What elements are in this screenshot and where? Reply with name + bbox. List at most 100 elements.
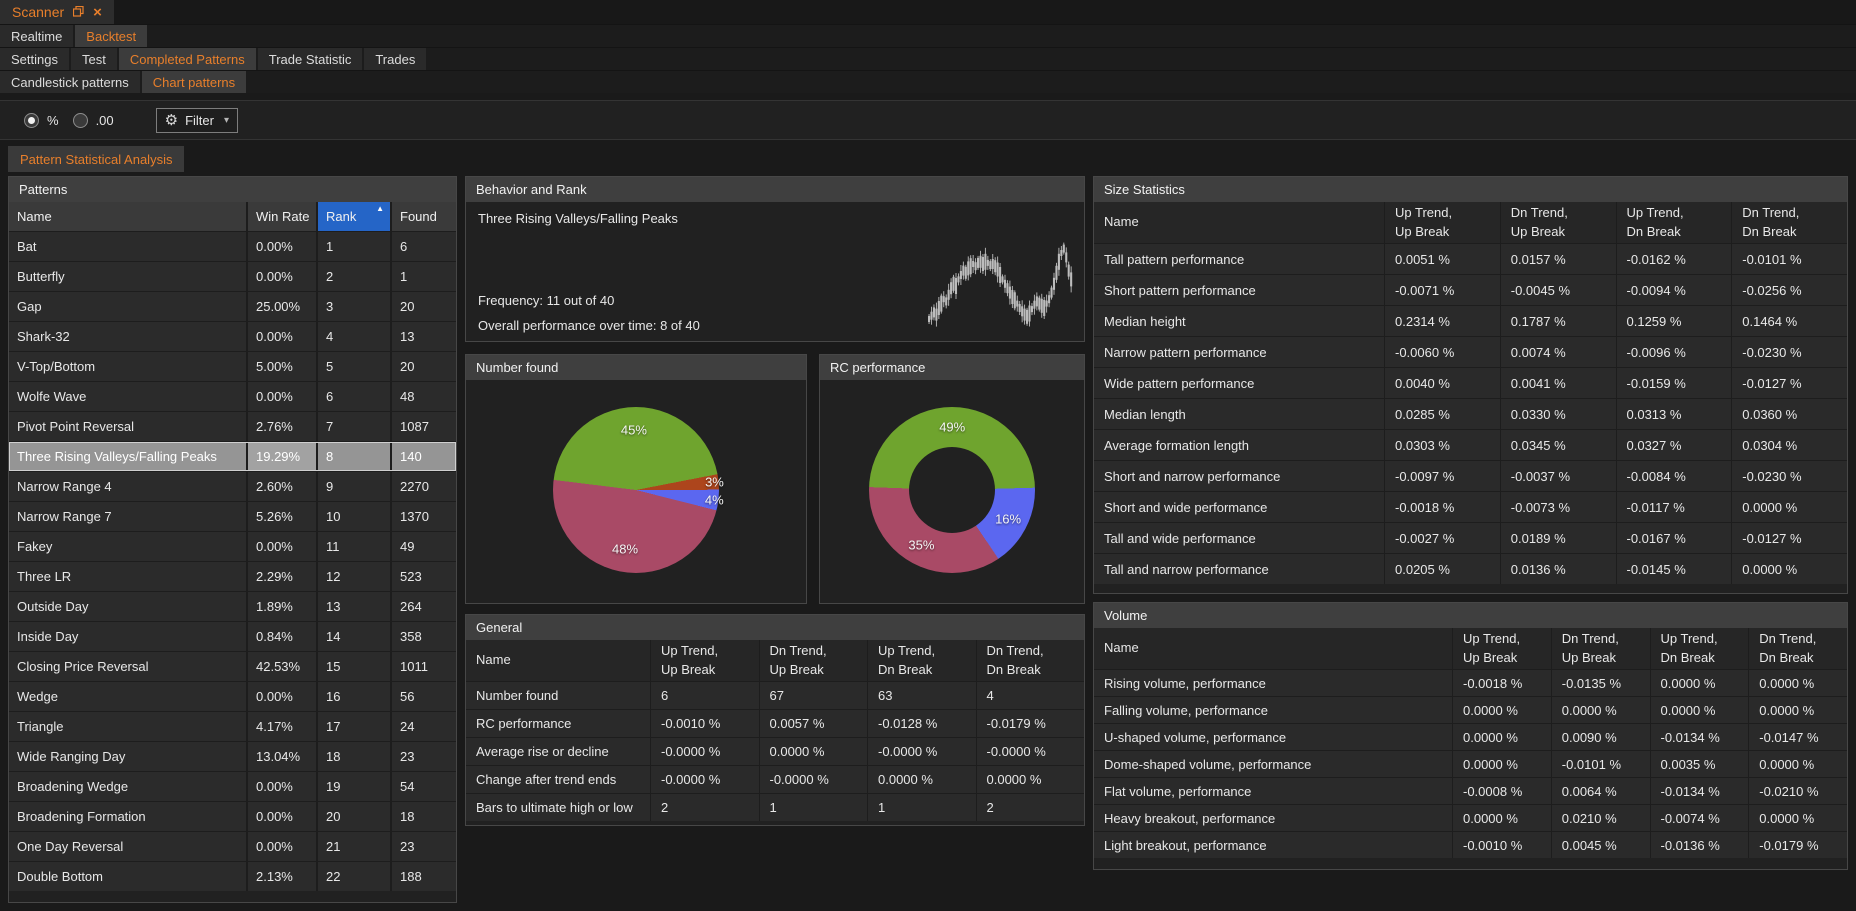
window-tab-scanner[interactable]: Scanner × xyxy=(0,0,114,24)
pattern-row-one-day-reversal[interactable]: One Day Reversal0.00%2123 xyxy=(9,832,456,861)
pattern-name: Three Rising Valleys/Falling Peaks xyxy=(9,442,246,471)
pattern-rank: 16 xyxy=(318,682,390,711)
tab-test[interactable]: Test xyxy=(71,48,117,70)
pattern-row-narrow-range-4[interactable]: Narrow Range 42.60%92270 xyxy=(9,472,456,501)
column-header-dn-trend-up-break: Dn Trend,Up Break xyxy=(760,640,868,681)
pattern-name: Wide Ranging Day xyxy=(9,742,246,771)
pattern-row-v-top-bottom[interactable]: V-Top/Bottom5.00%520 xyxy=(9,352,456,381)
column-header-rank[interactable]: Rank▲ xyxy=(318,202,390,231)
stat-value: 6 xyxy=(651,682,759,709)
stat-value: -0.0018 % xyxy=(1453,670,1551,696)
stat-row-median-height: Median height0.2314 %0.1787 %0.1259 %0.1… xyxy=(1094,306,1847,336)
tab-candlestick-patterns[interactable]: Candlestick patterns xyxy=(0,71,140,93)
pattern-row-double-bottom[interactable]: Double Bottom2.13%22188 xyxy=(9,862,456,891)
pattern-win-rate: 25.00% xyxy=(248,292,316,321)
percent-radio[interactable] xyxy=(24,113,39,128)
pattern-name: Outside Day xyxy=(9,592,246,621)
column-header-dn-trend-up-break: Dn Trend,Up Break xyxy=(1552,628,1650,669)
stat-value: 0.0136 % xyxy=(1501,554,1616,584)
tab-pattern-statistical-analysis[interactable]: Pattern Statistical Analysis xyxy=(8,146,184,172)
stat-value: -0.0101 % xyxy=(1552,751,1650,777)
stat-value: 63 xyxy=(868,682,976,709)
behavior-rank-panel: Behavior and Rank Three Rising Valleys/F… xyxy=(465,176,1085,342)
column-header-dn-trend-dn-break: Dn Trend,Dn Break xyxy=(1732,202,1847,243)
stat-value: -0.0210 % xyxy=(1749,778,1847,804)
tab-backtest[interactable]: Backtest xyxy=(75,25,147,47)
pattern-win-rate: 42.53% xyxy=(248,652,316,681)
stat-row-median-length: Median length0.0285 %0.0330 %0.0313 %0.0… xyxy=(1094,399,1847,429)
chevron-down-icon[interactable]: ▾ xyxy=(224,115,229,126)
pattern-row-bat[interactable]: Bat0.00%16 xyxy=(9,232,456,261)
rc-performance-panel: RC performance 49%16%35% xyxy=(819,354,1085,604)
pattern-win-rate: 0.00% xyxy=(248,262,316,291)
stat-value: -0.0000 % xyxy=(651,738,759,765)
stat-value: 0.0313 % xyxy=(1617,399,1732,429)
stat-row-name: Short and narrow performance xyxy=(1094,461,1384,491)
stat-row-name: Average formation length xyxy=(1094,430,1384,460)
decimal-radio[interactable] xyxy=(73,113,88,128)
pattern-rank: 18 xyxy=(318,742,390,771)
pattern-row-gap[interactable]: Gap25.00%320 xyxy=(9,292,456,321)
filter-button[interactable]: ⚙ Filter ▾ xyxy=(156,108,238,133)
stat-value: -0.0256 % xyxy=(1732,275,1847,305)
stat-row-dome-shaped-volume-performance: Dome-shaped volume, performance0.0000 %-… xyxy=(1094,751,1847,777)
pattern-found: 1087 xyxy=(392,412,456,441)
pattern-name: Narrow Range 4 xyxy=(9,472,246,501)
tab-trades[interactable]: Trades xyxy=(364,48,426,70)
pattern-row-butterfly[interactable]: Butterfly0.00%21 xyxy=(9,262,456,291)
pattern-win-rate: 2.13% xyxy=(248,862,316,891)
pattern-row-fakey[interactable]: Fakey0.00%1149 xyxy=(9,532,456,561)
pattern-win-rate: 0.00% xyxy=(248,232,316,261)
pattern-rank: 14 xyxy=(318,622,390,651)
pattern-row-narrow-range-7[interactable]: Narrow Range 75.26%101370 xyxy=(9,502,456,531)
pattern-row-wide-ranging-day[interactable]: Wide Ranging Day13.04%1823 xyxy=(9,742,456,771)
stat-row-tall-pattern-performance: Tall pattern performance0.0051 %0.0157 %… xyxy=(1094,244,1847,274)
close-icon[interactable]: × xyxy=(93,5,102,20)
size-statistics-title: Size Statistics xyxy=(1094,177,1847,202)
stat-value: 0.0000 % xyxy=(868,766,976,793)
stat-value: 0.0040 % xyxy=(1385,368,1500,398)
column-header-name: Name xyxy=(1094,202,1384,243)
stat-value: -0.0010 % xyxy=(1453,832,1551,858)
stat-value: -0.0134 % xyxy=(1651,778,1749,804)
stat-row-short-pattern-performance: Short pattern performance-0.0071 %-0.004… xyxy=(1094,275,1847,305)
pattern-found: 24 xyxy=(392,712,456,741)
pattern-row-closing-price-reversal[interactable]: Closing Price Reversal42.53%151011 xyxy=(9,652,456,681)
pattern-row-inside-day[interactable]: Inside Day0.84%14358 xyxy=(9,622,456,651)
pattern-row-wolfe-wave[interactable]: Wolfe Wave0.00%648 xyxy=(9,382,456,411)
pattern-row-wedge[interactable]: Wedge0.00%1656 xyxy=(9,682,456,711)
stat-value: 0.1464 % xyxy=(1732,306,1847,336)
restore-window-icon[interactable] xyxy=(73,6,84,19)
patterns-panel: Patterns NameWin RateRank▲Found Bat0.00%… xyxy=(8,176,457,903)
tab-trade-statistic[interactable]: Trade Statistic xyxy=(258,48,363,70)
volume-table: NameUp Trend,Up BreakDn Trend,Up BreakUp… xyxy=(1094,628,1847,858)
behavior-rank-title: Behavior and Rank xyxy=(466,177,1084,202)
pie-slice-label: 3% xyxy=(705,475,724,490)
stat-value: 0.0000 % xyxy=(977,766,1085,793)
pattern-win-rate: 5.00% xyxy=(248,352,316,381)
stat-value: 1 xyxy=(868,794,976,821)
column-header-win-rate[interactable]: Win Rate xyxy=(248,202,316,231)
pattern-row-pivot-point-reversal[interactable]: Pivot Point Reversal2.76%71087 xyxy=(9,412,456,441)
pattern-rank: 9 xyxy=(318,472,390,501)
pattern-row-outside-day[interactable]: Outside Day1.89%13264 xyxy=(9,592,456,621)
tab-chart-patterns[interactable]: Chart patterns xyxy=(142,71,246,93)
pattern-row-broadening-formation[interactable]: Broadening Formation0.00%2018 xyxy=(9,802,456,831)
pattern-row-three-lr[interactable]: Three LR2.29%12523 xyxy=(9,562,456,591)
column-header-name: Name xyxy=(1094,628,1452,669)
pattern-row-broadening-wedge[interactable]: Broadening Wedge0.00%1954 xyxy=(9,772,456,801)
stat-row-tall-and-narrow-performance: Tall and narrow performance0.0205 %0.013… xyxy=(1094,554,1847,584)
pattern-row-triangle[interactable]: Triangle4.17%1724 xyxy=(9,712,456,741)
stat-value: 0.0360 % xyxy=(1732,399,1847,429)
pattern-found: 13 xyxy=(392,322,456,351)
tab-settings[interactable]: Settings xyxy=(0,48,69,70)
stat-value: 0.0000 % xyxy=(1453,751,1551,777)
pattern-row-shark-32[interactable]: Shark-320.00%413 xyxy=(9,322,456,351)
column-header-found[interactable]: Found xyxy=(392,202,456,231)
pattern-row-three-rising-valleys-falling-peaks[interactable]: Three Rising Valleys/Falling Peaks19.29%… xyxy=(9,442,456,471)
stat-row-name: Rising volume, performance xyxy=(1094,670,1452,696)
type-tabs: Candlestick patternsChart patterns xyxy=(0,70,1856,93)
column-header-name[interactable]: Name xyxy=(9,202,246,231)
tab-completed-patterns[interactable]: Completed Patterns xyxy=(119,48,256,70)
tab-realtime[interactable]: Realtime xyxy=(0,25,73,47)
